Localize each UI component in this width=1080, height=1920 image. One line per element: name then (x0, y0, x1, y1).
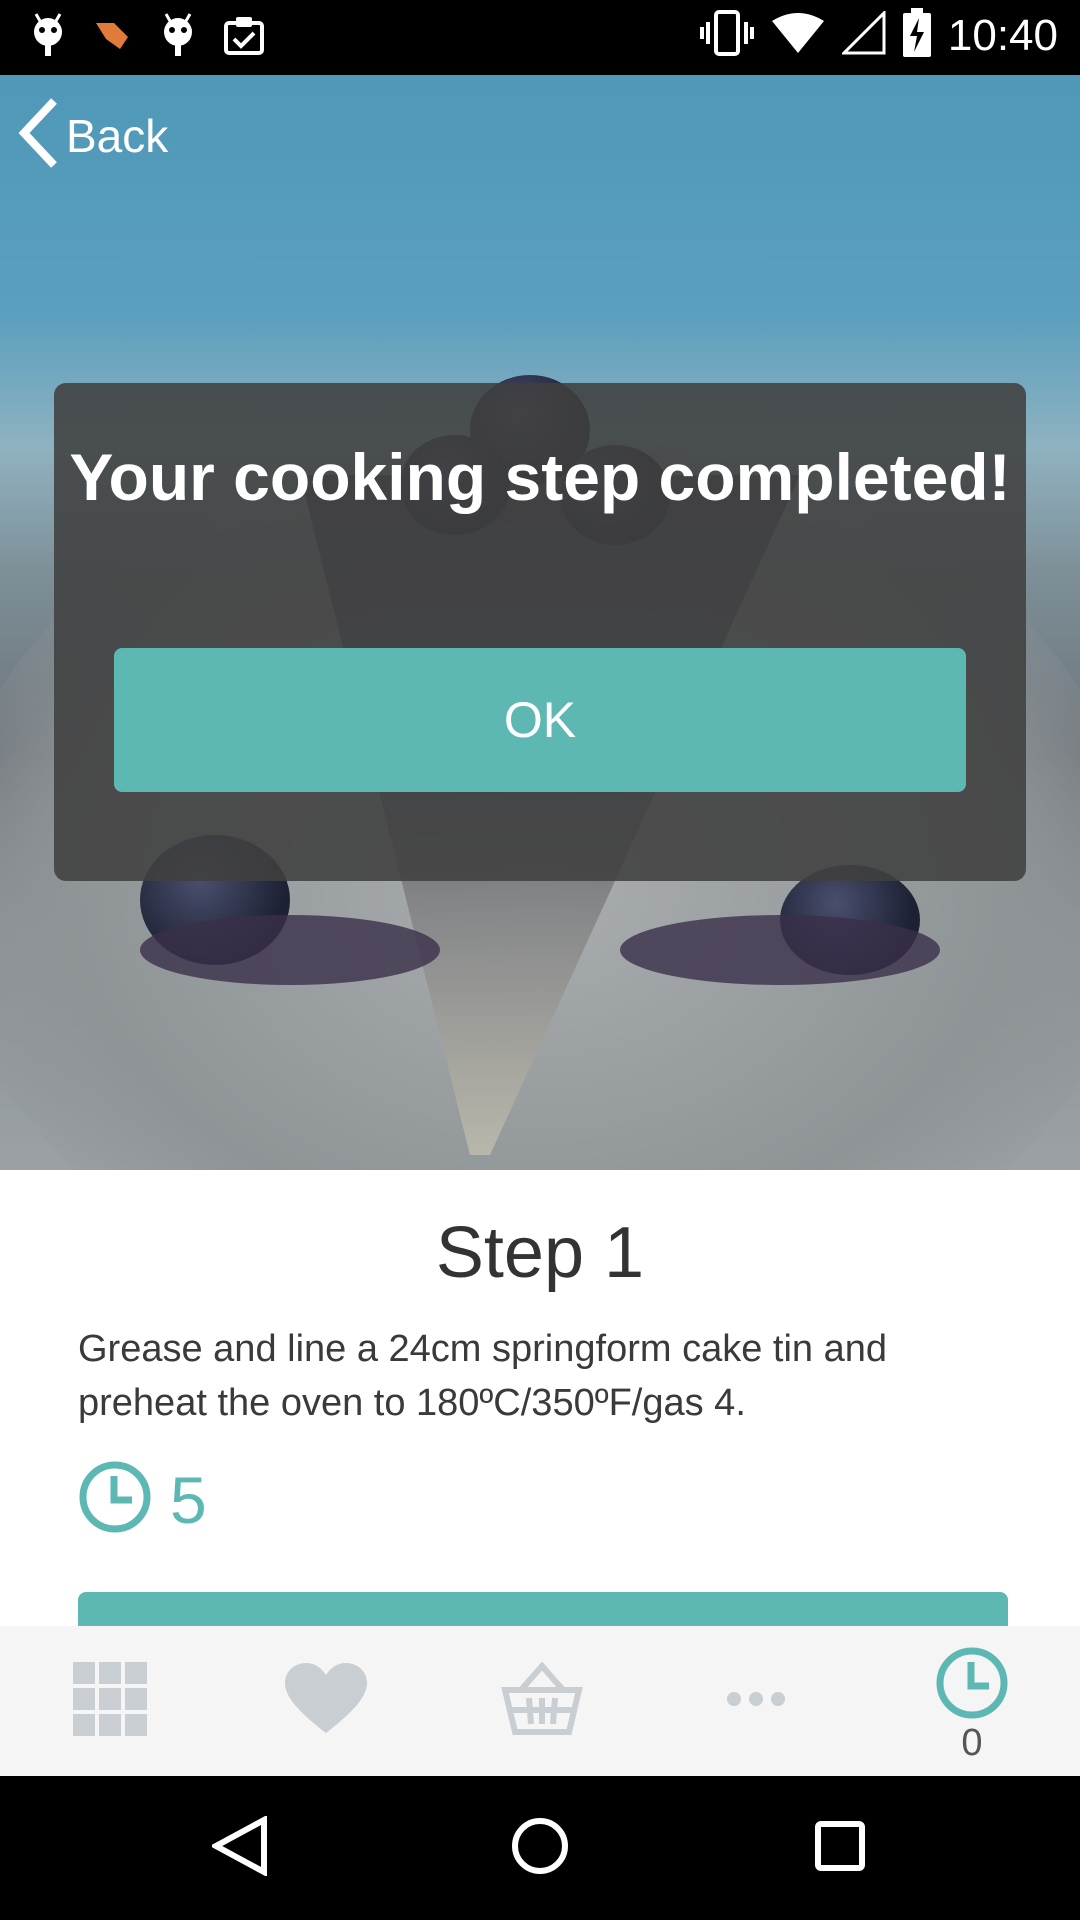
grid-icon (73, 1661, 147, 1741)
hero-sauce (140, 915, 440, 985)
nav-back-button[interactable] (180, 1776, 300, 1920)
back-button[interactable]: Back (16, 97, 168, 174)
recents-square-icon (814, 1820, 866, 1877)
step-time: 5 (78, 1460, 207, 1539)
nav-home-button[interactable] (480, 1776, 600, 1920)
wifi-icon (770, 11, 826, 60)
status-notifications (30, 12, 266, 63)
step-title: Step 1 (435, 1213, 645, 1293)
step-action-button[interactable] (78, 1592, 1008, 1626)
system-nav-bar (0, 1776, 1080, 1920)
android-debug-icon (30, 12, 66, 63)
status-time: 10:40 (947, 10, 1058, 60)
android-debug-icon (160, 12, 196, 63)
clipboard-check-icon (222, 13, 266, 62)
step-time-value: 5 (170, 1462, 207, 1537)
back-label: Back (66, 109, 169, 162)
step-content: Step 1 Grease and line a 24cm springform… (0, 1170, 1080, 1626)
dialog-title: Your cooking step completed! (69, 440, 1011, 514)
status-system: 10:40 (699, 8, 1058, 63)
tab-favorites[interactable] (266, 1626, 386, 1776)
heart-icon (285, 1662, 367, 1740)
vibrate-icon (699, 8, 754, 63)
battery-charging-icon (902, 8, 932, 63)
status-bar: 10:40 (0, 0, 1080, 75)
tab-timers[interactable]: 0 (912, 1626, 1032, 1776)
tab-bar: 0 (0, 1626, 1080, 1776)
tab-recipes[interactable] (50, 1626, 170, 1776)
chevron-left-icon (16, 97, 60, 174)
signal-icon (840, 9, 886, 60)
touch-icon (92, 15, 134, 60)
step-completed-dialog: Your cooking step completed! OK (54, 383, 1026, 881)
basket-icon (501, 1660, 583, 1741)
tab-more[interactable] (696, 1626, 816, 1776)
ok-button[interactable]: OK (114, 648, 966, 792)
nav-recents-button[interactable] (780, 1776, 900, 1920)
more-icon (726, 1689, 786, 1714)
home-circle-icon (510, 1816, 570, 1881)
clock-icon (935, 1646, 1009, 1725)
tab-shopping[interactable] (482, 1626, 602, 1776)
timer-count-badge: 0 (961, 1722, 983, 1764)
hero-sauce (620, 915, 940, 985)
back-triangle-icon (209, 1814, 268, 1881)
step-instructions: Grease and line a 24cm springform cake t… (78, 1328, 887, 1424)
clock-icon (78, 1460, 152, 1539)
